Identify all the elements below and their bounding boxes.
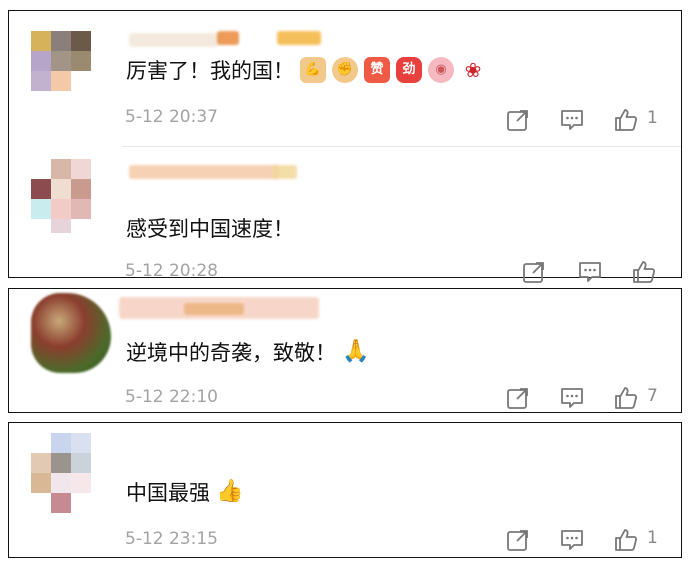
share-icon [523,262,544,283]
comment-item: 感受到中国速度！ 5-12 20:28 [9,147,681,283]
flexed-biceps-icon: 💪 [300,57,326,83]
comment-time: 5-12 20:28 [125,261,218,281]
like-button[interactable]: 1 [613,107,658,135]
comment-text-content: 感受到中国速度！ [126,217,294,241]
username-blurred[interactable] [129,165,279,179]
rose-icon: ❀ [464,58,482,82]
comment-text: 中国最强 👍 [126,477,244,507]
share-button[interactable] [505,527,531,555]
like-count: 1 [647,108,658,128]
avatar[interactable] [31,159,95,233]
comment-reply-button[interactable] [559,107,585,135]
thumbs-up-icon [615,387,638,409]
share-button[interactable] [505,107,531,135]
comment-reply-button[interactable] [559,527,585,555]
comment-text: 感受到中国速度！ [126,213,294,243]
comment-text: 厉害了！我的国！ 💪 ✊ 赞 劲 ◉ ❀ [126,55,486,85]
comment-icon [561,110,583,130]
username-blurred [273,165,297,179]
fist-icon: ✊ [332,57,358,83]
share-button[interactable] [505,385,531,413]
username-blurred [277,31,321,45]
comment-text: 逆境中的奇袭，致敬！ 🙏 [126,337,370,367]
share-icon [507,110,528,131]
comment-text-content: 逆境中的奇袭，致敬！ [126,341,336,365]
jiayou-sticker-icon: 劲 [396,57,422,83]
username-blurred [184,303,244,315]
comment-text-content: 厉害了！我的国！ [126,59,294,83]
zan-sticker-icon: 赞 [364,57,390,83]
like-button[interactable] [631,259,657,287]
comment-actions [481,259,681,287]
thumbs-up-icon [615,529,638,551]
comment-actions: 7 [481,385,681,413]
username-blurred[interactable] [129,33,219,47]
like-button[interactable]: 7 [613,385,658,413]
comment-card: 中国最强 👍 5-12 23:15 1 [8,422,682,558]
share-icon [507,530,528,551]
like-count: 7 [647,386,658,406]
username-blurred [217,31,239,45]
comment-icon [579,262,601,282]
comment-item: 厉害了！我的国！ 💪 ✊ 赞 劲 ◉ ❀ 5-12 20:37 1 [9,11,681,146]
comment-card: 逆境中的奇袭，致敬！ 🙏 5-12 22:10 7 [8,288,682,413]
comment-reply-button[interactable] [577,259,603,287]
comment-actions: 1 [481,527,681,555]
pig-face-icon: ◉ [428,57,454,83]
thumbs-up-icon [615,109,638,131]
comment-time: 5-12 23:15 [125,529,218,549]
avatar[interactable] [31,293,111,373]
comment-item: 逆境中的奇袭，致敬！ 🙏 5-12 22:10 7 [9,289,681,414]
comment-icon [561,388,583,408]
comment-time: 5-12 20:37 [125,107,218,127]
avatar[interactable] [31,433,95,517]
comment-actions: 1 [481,107,681,135]
share-button[interactable] [521,259,547,287]
comment-item: 中国最强 👍 5-12 23:15 1 [9,423,681,559]
comment-time: 5-12 22:10 [125,387,218,407]
thumbs-up-emoji-icon: 👍 [216,479,244,504]
avatar[interactable] [31,31,95,95]
like-button[interactable]: 1 [613,527,658,555]
thumbs-up-icon [633,261,656,283]
comment-card: 厉害了！我的国！ 💪 ✊ 赞 劲 ◉ ❀ 5-12 20:37 1 感受到中国速… [8,10,682,283]
comment-text-content: 中国最强 [126,481,210,505]
comment-icon [561,530,583,550]
share-icon [507,388,528,409]
pray-hands-icon: 🙏 [342,339,370,364]
comment-reply-button[interactable] [559,385,585,413]
like-count: 1 [647,528,658,548]
